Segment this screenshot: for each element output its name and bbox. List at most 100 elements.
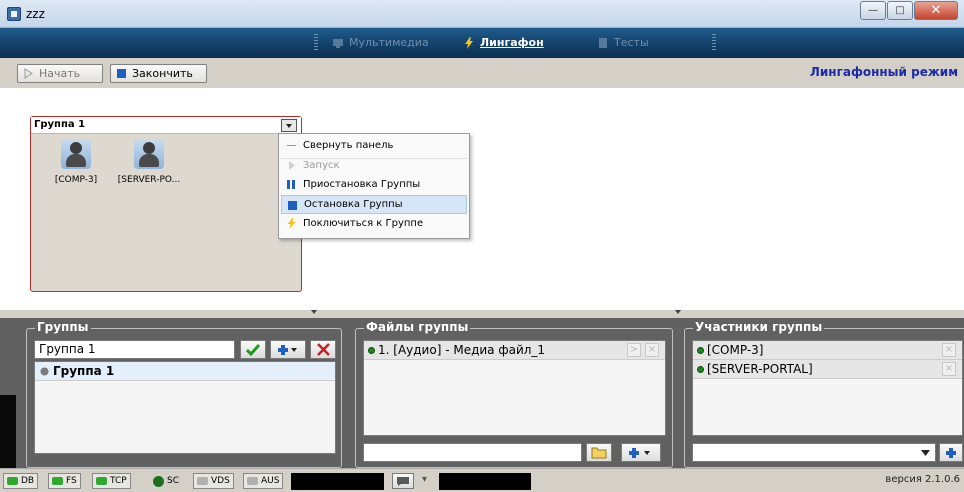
list-item-label: [COMP-3]: [707, 343, 764, 357]
list-item[interactable]: [SERVER-PORTAL] ×: [693, 360, 962, 379]
chat-button[interactable]: [392, 473, 414, 489]
panel-splitter[interactable]: [0, 310, 964, 318]
menu-item-label: Поключиться к Группе: [303, 218, 424, 230]
nav-tab-label: Лингафон: [480, 36, 544, 49]
status-indicator-aus: AUS: [243, 473, 284, 489]
mode-label: Лингафонный режим: [809, 65, 958, 79]
minimize-button[interactable]: —: [860, 1, 886, 20]
plus-icon: [946, 447, 956, 458]
menu-item-label: Свернуть панель: [303, 140, 394, 152]
stop-label: Закончить: [132, 67, 193, 80]
menu-item-label: Запуск: [303, 159, 340, 171]
menu-item-start[interactable]: Запуск: [281, 156, 467, 176]
play-icon: [289, 160, 295, 170]
window-edge: [0, 395, 16, 468]
plus-icon: [278, 344, 297, 355]
menu-item-collapse-panel[interactable]: Свернуть панель: [281, 136, 467, 156]
splitter-arrow[interactable]: [675, 310, 681, 314]
menu-item-label: Приостановка Группы: [303, 179, 421, 191]
participants-legend: Участники группы: [693, 320, 825, 334]
stop-button[interactable]: Закончить: [110, 64, 207, 83]
menu-item-stop-group[interactable]: Остановка Группы: [281, 194, 467, 214]
remove-file-button[interactable]: ×: [645, 343, 659, 357]
list-item[interactable]: 1. [Аудио] - Медиа файл_1 > ×: [364, 341, 665, 360]
toolbar: Начать Закончить Лингафонный режим: [0, 58, 964, 88]
nav-tab-label: Тесты: [614, 36, 649, 49]
chat-icon: [397, 476, 409, 486]
participant-select[interactable]: [692, 443, 936, 462]
indicator-label: TCP: [110, 476, 127, 486]
status-indicator-vds: VDS: [193, 473, 234, 489]
led-icon: [96, 477, 107, 485]
main-workspace: Группа 1 [COMP-3] [SERVER-PO...: [0, 88, 964, 310]
groups-panel: Группы Группа 1 Группа 1: [26, 320, 342, 468]
add-participant-button[interactable]: [939, 443, 963, 462]
minus-icon: [287, 145, 296, 146]
app-window: zzz — □ ✕ Мультимедиа Лингафон Тесты Нач…: [0, 0, 964, 492]
led-icon: [197, 477, 208, 485]
app-icon: [7, 7, 21, 21]
participants-list: [COMP-3] × [SERVER-PORTAL] ×: [692, 340, 963, 436]
status-field: [291, 473, 384, 490]
nav-tab-multimedia[interactable]: Мультимедиа: [332, 36, 429, 49]
remove-participant-button[interactable]: ×: [942, 343, 956, 357]
status-dot-icon: [697, 346, 704, 354]
start-label: Начать: [39, 67, 81, 80]
play-file-button[interactable]: >: [627, 343, 641, 357]
files-list: 1. [Аудио] - Медиа файл_1 > ×: [363, 340, 666, 436]
indicator-label: DB: [21, 476, 35, 486]
status-indicator-sc: SC: [150, 473, 182, 489]
group-context-menu: Свернуть панель Запуск Приостановка Груп…: [278, 133, 470, 239]
start-button[interactable]: Начать: [17, 64, 103, 83]
group-menu-button[interactable]: [281, 119, 297, 132]
window-controls: — □ ✕: [859, 1, 958, 20]
chevron-down-icon: [921, 450, 930, 456]
group-panel[interactable]: Группа 1 [COMP-3] [SERVER-PO...: [30, 116, 302, 292]
nav-tab-tests[interactable]: Тесты: [597, 36, 649, 49]
chat-dropdown-icon[interactable]: ▾: [422, 474, 427, 485]
list-item-label: [SERVER-PORTAL]: [707, 362, 813, 376]
member-label: [COMP-3]: [54, 175, 98, 185]
member-label: [SERVER-PO...: [117, 175, 181, 185]
list-item[interactable]: [COMP-3] ×: [693, 341, 962, 360]
mode-navbar: Мультимедиа Лингафон Тесты: [0, 28, 964, 58]
files-legend: Файлы группы: [364, 320, 471, 334]
group-name-input[interactable]: Группа 1: [34, 340, 235, 359]
add-group-button[interactable]: [270, 340, 306, 359]
lightning-icon: [465, 36, 473, 49]
nav-grip-right: [712, 34, 716, 52]
plus-icon: [629, 447, 650, 458]
nav-tab-label: Мультимедиа: [349, 36, 429, 49]
delete-group-button[interactable]: [310, 340, 336, 359]
add-file-button[interactable]: [621, 443, 661, 462]
title-bar: zzz — □ ✕: [0, 0, 964, 28]
group-name: Группа 1: [34, 119, 86, 130]
group-member[interactable]: [SERVER-PO...: [109, 139, 189, 185]
stop-icon: [288, 200, 297, 210]
pause-icon: [287, 180, 295, 189]
remove-participant-button[interactable]: ×: [942, 362, 956, 376]
open-folder-button[interactable]: [586, 443, 612, 462]
status-dot-icon: [368, 346, 375, 354]
splitter-arrow[interactable]: [311, 310, 317, 314]
menu-item-connect-group[interactable]: Поключиться к Группе: [281, 214, 467, 234]
menu-item-pause-group[interactable]: Приостановка Группы: [281, 175, 467, 195]
version-label: версия 2.1.0.6: [885, 474, 960, 485]
groups-list: Группа 1: [34, 361, 336, 454]
nav-tab-lingaphone[interactable]: Лингафон: [463, 36, 544, 49]
close-button[interactable]: ✕: [914, 1, 958, 20]
nav-grip-left: [314, 34, 318, 52]
list-item[interactable]: Группа 1: [35, 362, 335, 381]
confirm-button[interactable]: [240, 340, 266, 359]
led-icon: [7, 477, 18, 485]
status-indicator-db: DB: [3, 473, 39, 489]
user-icon: [134, 139, 164, 169]
list-item-label: Группа 1: [53, 364, 115, 378]
maximize-button[interactable]: □: [887, 1, 913, 20]
group-member[interactable]: [COMP-3]: [36, 139, 116, 185]
monitor-icon: [333, 38, 343, 48]
status-bar: DB FS TCP SC VDS AUS ▾ версия 2.1.0.6: [0, 468, 964, 492]
user-icon: [61, 139, 91, 169]
file-path-input[interactable]: [363, 443, 582, 462]
led-icon: [52, 477, 63, 485]
